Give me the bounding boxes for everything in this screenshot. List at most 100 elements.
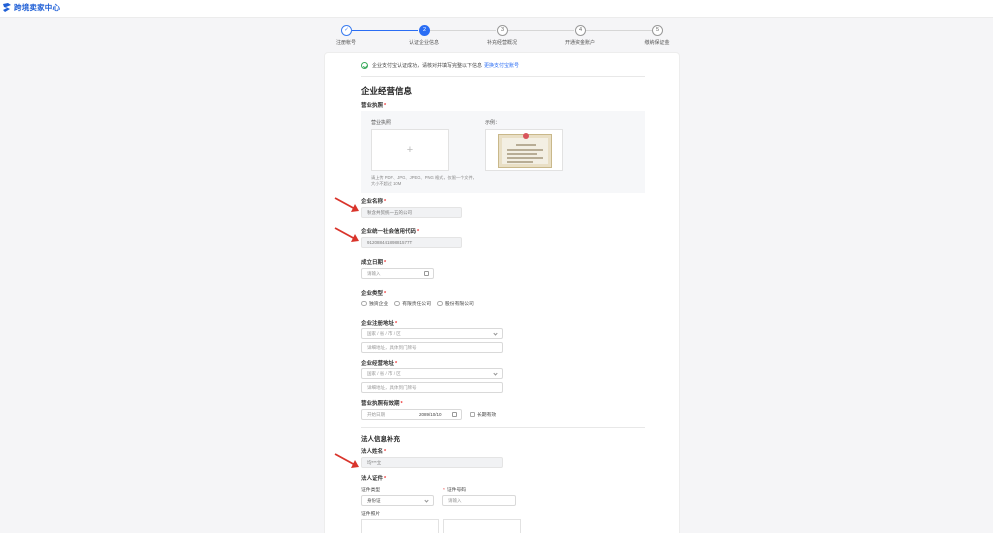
license-upload-button[interactable]: + bbox=[371, 129, 449, 171]
step-connector bbox=[430, 30, 496, 31]
long-term-checkbox[interactable]: 长期有效 bbox=[470, 411, 496, 418]
radio-label: 独资企业 bbox=[369, 302, 389, 307]
license-example-image[interactable] bbox=[485, 129, 563, 171]
id-type-value: 身份证 bbox=[367, 498, 381, 503]
required-mark: * bbox=[443, 488, 445, 493]
radio-label: 股份有限公司 bbox=[445, 302, 474, 307]
validity-label-text: 营业执照有效期 bbox=[361, 401, 400, 407]
company-type-radio-group: 独资企业 有限责任公司 股份有限公司 bbox=[361, 300, 480, 307]
reg-detail-input[interactable]: 详细地址，具体到门牌号 bbox=[361, 342, 503, 353]
step-connector bbox=[352, 30, 418, 31]
company-type-label-text: 企业类型 bbox=[361, 291, 384, 297]
license-label-text: 营业执照 bbox=[361, 103, 384, 109]
required-mark: * bbox=[384, 476, 387, 482]
company-name-label: 企业名称* bbox=[361, 197, 386, 205]
legal-name-label: 法人姓名* bbox=[361, 447, 386, 455]
top-bar: 跨境卖家中心 bbox=[0, 0, 993, 18]
change-alipay-link[interactable]: 更换支付宝账号 bbox=[484, 62, 519, 69]
step-5-label: 缴纳保证金 bbox=[644, 40, 670, 46]
example-label: 示例： bbox=[485, 120, 501, 126]
radio-circle bbox=[437, 300, 443, 307]
credit-code-label-text: 企业统一社会信用代码 bbox=[361, 229, 417, 235]
cert-line bbox=[507, 149, 543, 151]
annotation-arrow-icon bbox=[334, 197, 359, 212]
annotation-arrow-icon bbox=[334, 227, 359, 242]
section-title-legal: 法人信息补充 bbox=[361, 436, 400, 443]
upload-title: 营业执照 bbox=[371, 120, 392, 126]
calendar-icon bbox=[424, 271, 429, 276]
biz-detail-input[interactable]: 详细地址，具体到门牌号 bbox=[361, 382, 503, 393]
required-mark: * bbox=[384, 291, 387, 297]
validity-end-value: 2089/10/10 bbox=[419, 412, 442, 417]
step-3-circle: 3 bbox=[497, 25, 508, 36]
plus-icon: + bbox=[406, 144, 414, 156]
reg-region-placeholder: 国家 / 省 / 市 / 区 bbox=[367, 331, 401, 336]
required-mark: * bbox=[384, 103, 387, 109]
radio-sole-proprietorship[interactable]: 独资企业 bbox=[361, 300, 388, 307]
step-connector bbox=[586, 30, 652, 31]
calendar-icon bbox=[452, 412, 457, 417]
cert-line bbox=[507, 153, 537, 155]
id-number-label: * 证件号码 bbox=[442, 486, 466, 493]
legal-name-field[interactable]: 均***立 bbox=[361, 457, 503, 468]
id-number-input[interactable]: 请输入 bbox=[442, 495, 516, 506]
required-mark: * bbox=[395, 321, 398, 327]
required-mark: * bbox=[384, 199, 387, 205]
long-term-label: 长期有效 bbox=[477, 413, 497, 418]
radio-joint-stock[interactable]: 股份有限公司 bbox=[437, 300, 474, 307]
id-photo-back-upload[interactable] bbox=[443, 519, 521, 533]
company-name-field[interactable]: 秋含共贸统一五的公司 bbox=[361, 207, 462, 218]
found-date-placeholder: 请输入 bbox=[367, 271, 381, 276]
step-2-circle: 2 bbox=[419, 25, 430, 36]
step-2-label: 认证企业信息 bbox=[408, 40, 440, 46]
biz-region-select[interactable]: 国家 / 省 / 市 / 区 bbox=[361, 368, 503, 379]
license-label: 营业执照* bbox=[361, 101, 386, 109]
certificate-paper bbox=[502, 138, 548, 164]
cert-line bbox=[516, 144, 536, 146]
license-upload-panel: 营业执照 + 请上传 PDF、JPG、JPEG、PNG 格式，仅限一个文件，大小… bbox=[361, 111, 645, 193]
step-connector bbox=[508, 30, 574, 31]
brand-logo[interactable]: 跨境卖家中心 bbox=[2, 2, 60, 13]
form-card: 企业支付宝认证成功，请核对并填写完整以下信息 更换支付宝账号 企业经营信息 营业… bbox=[324, 52, 680, 533]
section-title-business: 企业经营信息 bbox=[361, 86, 413, 96]
validity-label: 营业执照有效期* bbox=[361, 399, 403, 407]
credit-code-field[interactable]: 91208844189881577T bbox=[361, 237, 462, 248]
reg-address-label: 企业注册地址* bbox=[361, 319, 397, 327]
step-5-circle: 5 bbox=[652, 25, 663, 36]
required-mark: * bbox=[400, 401, 403, 407]
step-1-label: 注册帐号 bbox=[335, 40, 357, 46]
cert-line bbox=[507, 157, 543, 159]
biz-address-label: 企业经营地址* bbox=[361, 359, 397, 367]
biz-address-label-text: 企业经营地址 bbox=[361, 361, 395, 367]
step-3-label: 补充经营概况 bbox=[486, 40, 518, 46]
id-photo-label: 证件照片 bbox=[361, 512, 381, 517]
brand-logo-icon bbox=[3, 3, 11, 12]
legal-id-label: 法人证件* bbox=[361, 474, 386, 482]
divider bbox=[361, 427, 645, 428]
legal-name-label-text: 法人姓名 bbox=[361, 449, 384, 455]
radio-limited-liability[interactable]: 有限责任公司 bbox=[394, 300, 431, 307]
found-date-label: 成立日期* bbox=[361, 258, 386, 266]
required-mark: * bbox=[395, 361, 398, 367]
credit-code-label: 企业统一社会信用代码* bbox=[361, 227, 419, 235]
notice-text: 企业支付宝认证成功，请核对并填写完整以下信息 bbox=[372, 63, 483, 69]
chevron-down-icon bbox=[493, 330, 498, 336]
radio-label: 有限责任公司 bbox=[402, 302, 431, 307]
found-date-picker[interactable]: 请输入 bbox=[361, 268, 434, 279]
id-number-label-text: 证件号码 bbox=[446, 488, 467, 493]
cert-line bbox=[507, 161, 533, 163]
annotation-arrow-icon bbox=[334, 453, 359, 468]
id-photo-front-upload[interactable] bbox=[361, 519, 439, 533]
reg-region-select[interactable]: 国家 / 省 / 市 / 区 bbox=[361, 328, 503, 339]
success-notice: 企业支付宝认证成功，请核对并填写完整以下信息 更换支付宝账号 bbox=[361, 62, 519, 69]
certificate-thumbnail bbox=[498, 133, 552, 168]
validity-range-picker[interactable]: 开始日期 2089/10/10 bbox=[361, 409, 462, 420]
divider bbox=[361, 76, 645, 77]
found-date-label-text: 成立日期 bbox=[361, 260, 384, 266]
company-name-label-text: 企业名称 bbox=[361, 199, 384, 205]
id-type-select[interactable]: 身份证 bbox=[361, 495, 434, 506]
radio-circle bbox=[361, 300, 367, 307]
reg-address-label-text: 企业注册地址 bbox=[361, 321, 395, 327]
radio-circle bbox=[394, 300, 400, 307]
chevron-down-icon bbox=[493, 370, 498, 376]
